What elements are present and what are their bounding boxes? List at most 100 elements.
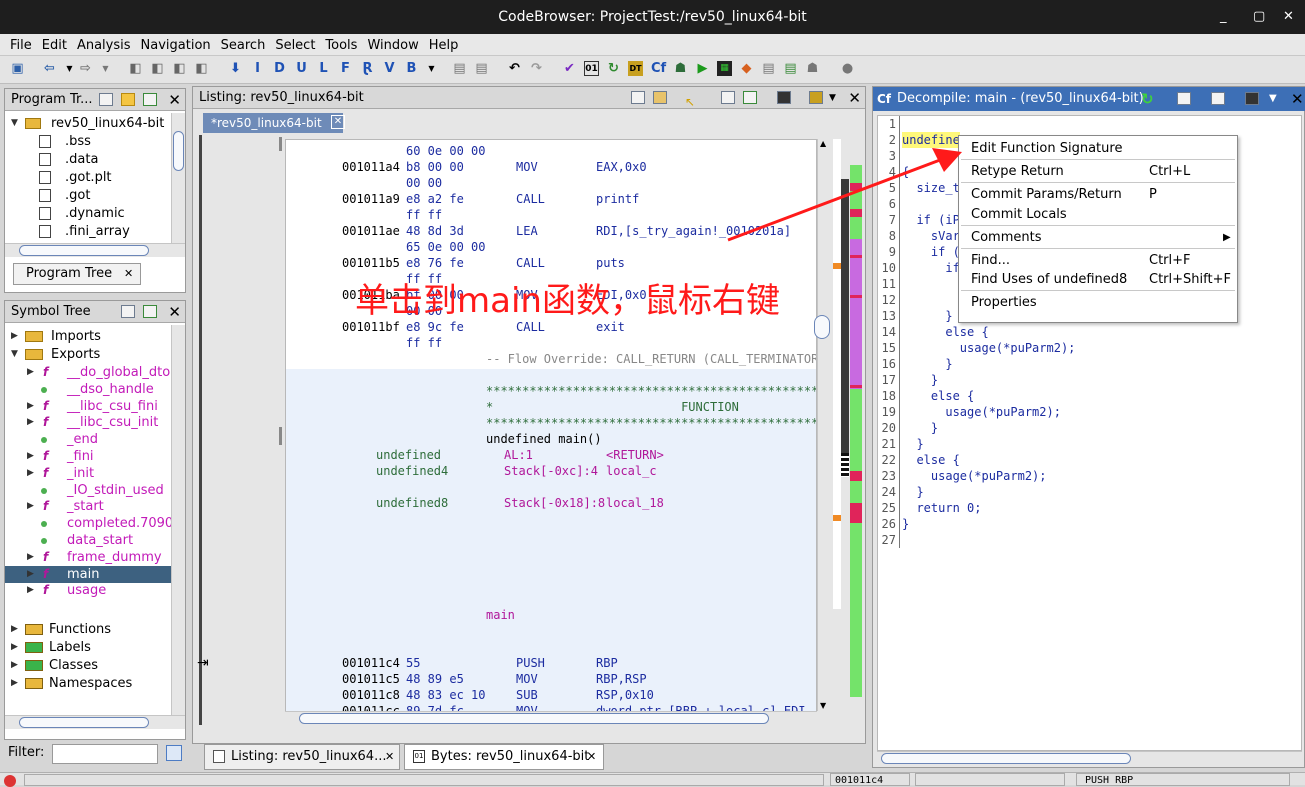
export-item-completed-7090[interactable]: completed.7090 [5,515,183,532]
redo-icon[interactable]: ↷ [529,61,544,76]
forward-dropdown-icon[interactable]: ▼ [98,61,113,76]
export-item-dso-handle[interactable]: __dso_handle [5,381,183,398]
decompile-cf-icon[interactable]: Cf [651,61,666,76]
expand-icon[interactable]: ▶ [11,657,18,674]
expand-icon[interactable]: ▶ [27,414,34,431]
decompile-line[interactable]: 14 else { [878,324,1298,340]
export-item-do-global-dtors[interactable]: ▶ f __do_global_dtors_ [5,364,185,381]
listing-bottom-tab[interactable]: Listing: rev50_linux64... ✕ [204,744,400,770]
decompile-line[interactable]: 27 [878,532,1298,548]
decompile-line[interactable]: 24 } [878,484,1298,500]
filter-options-icon[interactable] [166,745,182,761]
export-icon[interactable]: ▤ [783,61,798,76]
nonfunction-icon[interactable]: Ɽ [360,61,375,76]
menu-edit[interactable]: Edit [37,34,72,53]
scroll-thumb[interactable] [173,131,184,171]
decompile-line[interactable]: 20 } [878,420,1298,436]
export-item-main[interactable]: ▶ f main [5,565,183,583]
decompile-hscroll[interactable] [877,751,1302,765]
menu-search[interactable]: Search [216,34,271,53]
decompile-line[interactable]: 18 else { [878,388,1298,404]
symbol-tree-action-icon[interactable] [121,305,135,318]
listing-options-dropdown-icon[interactable]: ▼ [829,87,836,109]
help-icon[interactable]: ● [840,61,855,76]
decompile-line[interactable]: 22 else { [878,452,1298,468]
table-icon[interactable]: ▤ [761,61,776,76]
diamond-icon[interactable]: ◆ [739,61,754,76]
back-arrow-icon[interactable]: ⇦ [42,61,57,76]
expand-icon[interactable]: ▶ [11,639,18,656]
data-D-icon[interactable]: D [272,61,287,76]
expand-icon[interactable]: ▶ [11,328,18,345]
cursor-icon[interactable]: ↖ [685,91,699,109]
merge-icon[interactable]: ▤ [452,61,467,76]
symbol-tree-vscroll[interactable] [171,325,185,715]
back-dropdown-icon[interactable]: ▼ [62,61,77,76]
function-graph-icon[interactable]: ☗ [673,61,688,76]
menu-help[interactable]: Help [424,34,464,53]
decompile-line[interactable]: 25 return 0; [878,500,1298,516]
close-tab-icon[interactable]: ✕ [385,745,394,769]
function-banner-bottom[interactable]: ****************************************… [286,415,816,431]
context-menu-properties[interactable]: Properties [971,293,1037,313]
paste-icon[interactable] [653,91,667,104]
bookmark-dropdown-icon[interactable]: ▼ [424,61,439,76]
expand-icon[interactable]: ▶ [27,582,34,599]
symbol-tree-hscroll[interactable] [5,715,185,729]
expand-icon[interactable]: ▶ [27,566,34,583]
undefined-U-icon[interactable]: U [294,61,309,76]
scroll-thumb[interactable] [299,713,769,724]
expand-icon[interactable]: ▶ [11,675,18,692]
collapse-icon[interactable]: ▼ [11,115,18,132]
menu-analysis[interactable]: Analysis [72,34,136,53]
copy-icon[interactable] [1177,92,1191,105]
menu-navigation[interactable]: Navigation [136,34,216,53]
minimize-button[interactable]: _ [1220,0,1227,34]
expand-icon[interactable]: ▶ [27,498,34,515]
expand-icon[interactable]: ▶ [27,549,34,566]
variable-row[interactable]: undefined4 Stack[-0xc]:4 local_c [286,463,816,479]
export-item-libc-csu-fini[interactable]: ▶ f __libc_csu_fini [5,398,183,415]
expand-icon[interactable]: ▶ [27,465,34,482]
export-item-start[interactable]: ▶ f _start [5,498,183,515]
listing-options-icon[interactable] [809,91,823,104]
variable-row[interactable]: undefined8 Stack[-0x18]:8 local_18 [286,495,816,511]
listing-line[interactable]: ff ff [286,335,816,351]
data-type-icon[interactable]: DT [628,61,643,76]
scroll-thumb[interactable] [814,315,830,339]
copy-icon[interactable] [631,91,645,104]
variable-row[interactable]: undefined AL:1 <RETURN> [286,447,816,463]
edit-fields-icon[interactable] [721,91,735,104]
diff-icon[interactable]: ▤ [474,61,489,76]
expand-icon[interactable]: ▶ [27,398,34,415]
refresh-green-icon[interactable]: ↻ [606,61,621,76]
collapse-icon[interactable]: ▼ [11,346,18,363]
export-item-usage[interactable]: ▶ f usage [5,582,183,599]
undo-icon[interactable]: ↶ [507,61,522,76]
close-decompile-icon[interactable]: ✕ [1291,87,1304,111]
bytes-view-icon[interactable]: 01 [584,61,599,76]
decompile-options-dropdown-icon[interactable]: ▼ [1269,87,1277,111]
scroll-thumb[interactable] [881,753,1131,764]
export-item-data-start[interactable]: data_start [5,532,183,549]
splitter-handle[interactable] [279,137,282,151]
listing-line[interactable]: 001011c5 48 89 e5 MOV RBP,RSP [286,671,816,687]
save-icon[interactable]: ▣ [10,61,25,76]
function-signature[interactable]: undefined main() [286,431,816,447]
checkmark-icon[interactable]: ✔ [562,61,577,76]
close-listing-icon[interactable]: ✕ [848,87,861,109]
function-F-icon[interactable]: F [338,61,353,76]
status-error-icon[interactable] [4,775,16,787]
menu-window[interactable]: Window [362,34,423,53]
maximize-button[interactable]: ▢ [1253,0,1265,34]
decompile-line[interactable]: 21 } [878,436,1298,452]
diff-view-icon[interactable] [743,91,757,104]
edit-icon[interactable] [1211,92,1225,105]
decompile-line[interactable]: 16 } [878,356,1298,372]
nav-data-icon[interactable]: ◧ [128,61,143,76]
refresh-icon[interactable]: ↻ [1141,87,1154,111]
flow-override-comment[interactable]: -- Flow Override: CALL_RETURN (CALL_TERM… [286,351,816,367]
export-item-libc-csu-init[interactable]: ▶ f __libc_csu_init [5,414,183,431]
export-item-init[interactable]: ▶ f _init [5,465,183,482]
program-tree-view-icon[interactable] [99,93,113,106]
